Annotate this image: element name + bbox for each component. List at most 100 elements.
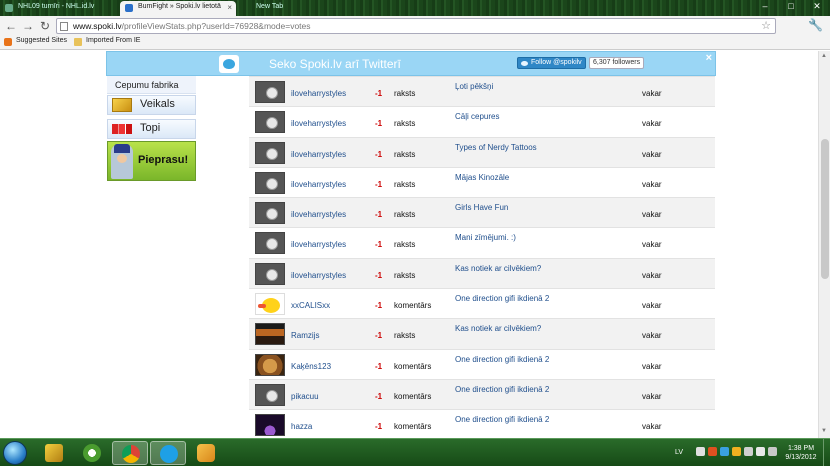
tab-bumfight[interactable]: BumFight » Spoki.lv lietotā × [120,1,236,16]
username-link[interactable]: pikacuu [291,392,319,401]
user-avatar[interactable] [255,293,285,316]
username-link[interactable]: hazza [291,422,312,431]
close-tab-icon[interactable]: × [227,3,232,12]
address-bar[interactable]: www.spoki.lv/profileViewStats.php?userId… [56,18,776,34]
show-hidden-icons-icon[interactable] [696,447,705,456]
username-link[interactable]: iloveharrystyles [291,180,346,189]
user-avatar[interactable] [255,414,285,437]
windows-taskbar: LV 1:38 PM 9/13/2012 [0,438,830,466]
user-avatar[interactable] [255,111,285,134]
close-icon[interactable]: × [706,52,712,64]
table-row: iloveharrystyles -1 raksts Kas notiek ar ci… [249,257,715,289]
article-link[interactable]: Girls Have Fun [455,203,508,212]
content-type: komentārs [394,422,432,432]
username-link[interactable]: Ramzijs [291,331,319,340]
bookmark-star-icon[interactable]: ☆ [761,19,771,32]
sidebar-item-cepumu-fabrika[interactable]: Cepumu fabrika [107,76,196,94]
username-link[interactable]: iloveharrystyles [291,119,346,128]
show-desktop-button[interactable] [823,439,830,466]
follow-button[interactable]: Follow @spokilv [517,57,586,69]
vote-time: vakar [642,391,662,401]
taskbar-clock[interactable]: 1:38 PM 9/13/2012 [782,444,820,462]
utorrent-icon [83,444,101,462]
vote-time: vakar [642,301,662,311]
username-link[interactable]: iloveharrystyles [291,210,346,219]
user-avatar[interactable] [255,323,285,346]
article-link[interactable]: One direction gifi ikdienā 2 [455,294,549,303]
article-link[interactable]: Mājas Kinozāle [455,173,509,182]
tray-app-icon[interactable] [708,447,717,456]
network-icon[interactable] [744,447,753,456]
start-button[interactable] [3,441,27,465]
volume-icon[interactable] [756,447,765,456]
username-link[interactable]: xxCALISxx [291,301,330,310]
action-center-icon[interactable] [768,447,777,456]
favicon-icon [5,4,13,12]
taskbar-app-pen[interactable] [36,441,72,465]
sidebar-item-veikals[interactable]: Veikals [107,95,196,115]
scroll-up-icon[interactable]: ▲ [821,53,827,59]
tab-new-tab[interactable]: New Tab [238,1,308,16]
forward-icon[interactable]: → [21,19,35,33]
user-avatar[interactable] [255,171,285,194]
bookmark-suggested-sites[interactable]: Suggested Sites [4,37,67,46]
game-icon [197,444,215,462]
article-link[interactable]: One direction gifi ikdienā 2 [455,355,549,364]
address-url: www.spoki.lv/profileViewStats.php?userId… [73,21,311,31]
sidebar-item-topi[interactable]: Topi [107,119,196,139]
username-link[interactable]: Kaķēns123 [291,362,331,371]
vote-time: vakar [642,179,662,189]
tab-nhl09[interactable]: NHL09 turnīri - NHL.id.lv [0,1,118,16]
wrench-menu-icon[interactable]: 🔧 [808,18,823,32]
taskbar-app-game[interactable] [188,441,224,465]
scrollbar-thumb[interactable] [821,139,829,279]
user-avatar[interactable] [255,353,285,376]
article-link[interactable]: Ļoti pēkšņi [455,82,493,91]
pieprasu-button[interactable]: Pieprasu! [107,141,196,181]
username-link[interactable]: iloveharrystyles [291,271,346,280]
chrome-icon [122,445,140,463]
suggested-sites-icon [4,38,12,46]
table-row: iloveharrystyles -1 raksts Ļoti pēkšņi vakar [249,76,715,107]
article-link[interactable]: Kas notiek ar cilvēkiem? [455,264,541,273]
user-avatar[interactable] [255,202,285,225]
skype-tray-icon[interactable] [720,447,729,456]
article-link[interactable]: One direction gifi ikdienā 2 [455,385,549,394]
article-link[interactable]: Kas notiek ar cilvēkiem? [455,324,541,333]
page-content: Seko Spoki.lv arī Twitterī Follow @spoki… [0,51,818,438]
username-link[interactable]: iloveharrystyles [291,89,346,98]
scroll-down-icon[interactable]: ▼ [821,428,827,434]
username-link[interactable]: iloveharrystyles [291,150,346,159]
minimize-icon[interactable]: – [752,0,778,14]
reload-icon[interactable]: ↻ [38,19,52,33]
vote-score: -1 [375,119,383,129]
bookmark-imported-from-ie[interactable]: Imported From IE [74,37,141,46]
taskbar-app-chrome[interactable] [112,441,148,465]
article-link[interactable]: Cāļi cepures [455,112,499,121]
user-avatar[interactable] [255,232,285,255]
content-type: raksts [394,119,416,129]
close-window-icon[interactable]: ✕ [804,0,830,14]
table-row: hazza -1 komentārs One direction gifi ikdie… [249,409,715,438]
maximize-icon[interactable]: □ [778,0,804,14]
taskbar-app-utorrent[interactable] [74,441,110,465]
article-link[interactable]: One direction gifi ikdienā 2 [455,415,549,424]
back-icon[interactable]: ← [4,19,18,33]
page-scrollbar[interactable]: ▲ ▼ [818,51,830,438]
table-row: pikacuu -1 komentārs One direction gifi ikd… [249,378,715,410]
bookmark-label: Imported From IE [86,37,141,44]
user-avatar[interactable] [255,141,285,164]
article-link[interactable]: Mani zīmējumi. :) [455,233,516,242]
tray-app-icon[interactable] [732,447,741,456]
table-row: iloveharrystyles -1 raksts Cāļi cepures vaka… [249,106,715,137]
user-avatar[interactable] [255,262,285,285]
uncle-sam-icon [111,144,133,179]
user-avatar[interactable] [255,81,285,103]
user-avatar[interactable] [255,383,285,406]
article-link[interactable]: Types of Nerdy Tattoos [455,143,537,152]
vote-score: -1 [375,179,383,189]
taskbar-app-skype[interactable] [150,441,186,465]
language-indicator[interactable]: LV [675,449,683,456]
vote-time: vakar [642,119,662,129]
username-link[interactable]: iloveharrystyles [291,240,346,249]
